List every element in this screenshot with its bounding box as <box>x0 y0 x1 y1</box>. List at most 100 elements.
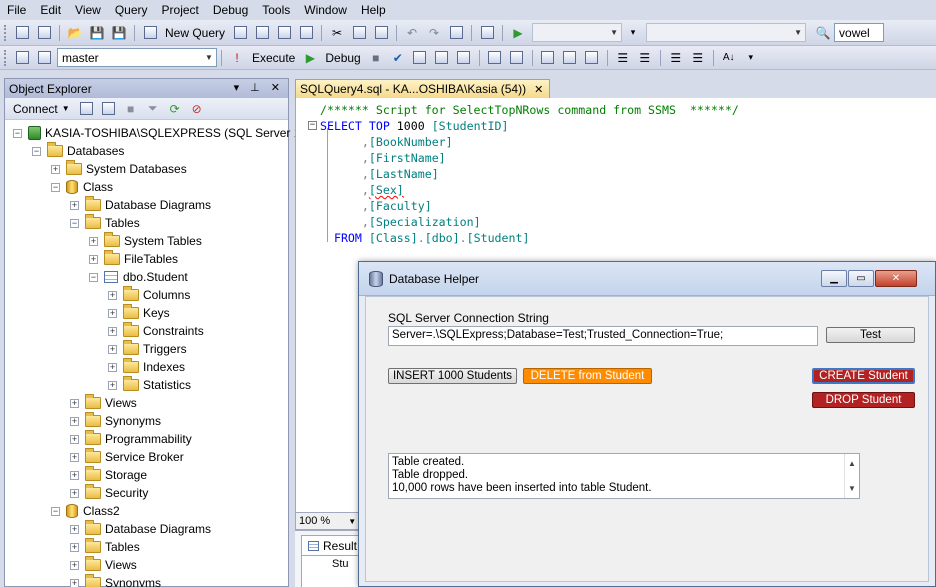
tree-node[interactable]: − KASIA-TOSHIBA\SQLEXPRESS (SQL Server 11 <box>5 124 306 142</box>
tree-node[interactable]: − Class2 <box>5 502 288 520</box>
expand-icon[interactable]: + <box>89 236 98 246</box>
tree-node[interactable]: − dbo.Student <box>5 268 288 286</box>
navigate-icon[interactable] <box>447 24 465 42</box>
tree-node[interactable]: + Synonyms <box>5 574 288 587</box>
expand-icon[interactable]: + <box>70 434 79 444</box>
platform-dropdown[interactable]: ▼ <box>646 23 807 42</box>
menu-project[interactable]: Project <box>155 0 206 20</box>
close-button[interactable]: ✕ <box>875 270 917 287</box>
tab-sqlquery4[interactable]: SQLQuery4.sql - KA...OSHIBA\Kasia (54)) … <box>295 79 551 98</box>
expand-icon[interactable]: + <box>70 416 79 426</box>
collapse-icon[interactable]: − <box>51 506 60 516</box>
redo-icon[interactable]: ↷ <box>425 24 443 42</box>
connection-string-input[interactable]: Server=.\SQLExpress;Database=Test;Truste… <box>388 326 818 346</box>
collapse-icon[interactable]: − <box>51 182 60 192</box>
insert-students-button[interactable]: INSERT 1000 Students <box>388 368 517 384</box>
expand-icon[interactable]: + <box>108 380 117 390</box>
menu-window[interactable]: Window <box>297 0 354 20</box>
parse-icon[interactable]: ✔ <box>389 49 407 67</box>
find-in-files-icon[interactable]: 🔍 <box>814 24 832 42</box>
decrease-indent-icon[interactable]: ☰ <box>667 49 685 67</box>
tree-node[interactable]: + Statistics <box>5 376 288 394</box>
tree-node[interactable]: − Class <box>5 178 288 196</box>
debug-icon[interactable]: ▶ <box>301 49 319 67</box>
code-line[interactable]: ,[Sex] <box>320 182 739 198</box>
uncomment-icon[interactable]: ☰ <box>636 49 654 67</box>
estimated-plan-icon[interactable] <box>411 49 429 67</box>
cut-icon[interactable]: ✂ <box>328 24 346 42</box>
menu-tools[interactable]: Tools <box>255 0 297 20</box>
toolbar-grip[interactable] <box>4 49 8 66</box>
expand-icon[interactable]: + <box>70 470 79 480</box>
connect-icon[interactable] <box>13 49 31 67</box>
collapse-icon[interactable]: − <box>13 128 22 138</box>
paste-icon[interactable] <box>372 24 390 42</box>
expand-icon[interactable]: + <box>70 398 79 408</box>
debug-button[interactable]: Debug <box>325 51 360 65</box>
execute-icon[interactable]: ! <box>228 49 246 67</box>
expand-icon[interactable]: + <box>108 362 117 372</box>
expand-icon[interactable]: + <box>70 560 79 570</box>
toolbar-overflow-icon[interactable]: ▾ <box>742 49 760 67</box>
code-line[interactable]: − SELECT TOP 1000 [StudentID] <box>308 118 739 134</box>
save-all-icon[interactable]: 💾 <box>110 24 128 42</box>
available-databases-dropdown[interactable]: master ▼ <box>57 48 217 67</box>
scroll-down-icon[interactable]: ▼ <box>848 482 856 495</box>
code-line[interactable]: ,[Specialization] <box>320 214 739 230</box>
collapse-icon[interactable]: − <box>32 146 41 156</box>
intellisense-icon[interactable] <box>455 49 473 67</box>
drop-student-button[interactable]: DROP Student <box>812 392 915 408</box>
expand-icon[interactable]: + <box>70 488 79 498</box>
new-project-icon[interactable] <box>13 24 31 42</box>
menu-debug[interactable]: Debug <box>206 0 255 20</box>
expand-icon[interactable]: + <box>70 578 79 587</box>
tree-node[interactable]: + System Tables <box>5 232 288 250</box>
tree-node[interactable]: − Databases <box>5 142 288 160</box>
stop-icon[interactable]: ■ <box>122 100 140 118</box>
menu-edit[interactable]: Edit <box>33 0 68 20</box>
test-button[interactable]: Test <box>826 327 915 343</box>
cancel-query-icon[interactable]: ■ <box>367 49 385 67</box>
expand-icon[interactable]: + <box>108 290 117 300</box>
tree-node[interactable]: + FileTables <box>5 250 288 268</box>
collapse-icon[interactable]: − <box>89 272 98 282</box>
expand-icon[interactable]: + <box>108 308 117 318</box>
tree-node[interactable]: + Synonyms <box>5 412 288 430</box>
activity-monitor-icon[interactable] <box>478 24 496 42</box>
increase-indent-icon[interactable]: ☰ <box>689 49 707 67</box>
results-to-text-icon[interactable] <box>539 49 557 67</box>
open-file-icon[interactable]: 📂 <box>66 24 84 42</box>
include-plan-icon[interactable] <box>486 49 504 67</box>
new-query-icon[interactable] <box>141 24 159 42</box>
save-icon[interactable]: 💾 <box>88 24 106 42</box>
menu-help[interactable]: Help <box>354 0 393 20</box>
code-line[interactable]: /****** Script for SelectTopNRows comman… <box>320 102 739 118</box>
expand-icon[interactable]: + <box>70 452 79 462</box>
tree-node[interactable]: + Keys <box>5 304 288 322</box>
minimize-button[interactable]: ▁ <box>821 270 847 287</box>
log-scrollbar[interactable]: ▲ ▼ <box>844 454 859 498</box>
expand-icon[interactable]: + <box>89 254 98 264</box>
disconnect-icon[interactable] <box>100 100 118 118</box>
expand-icon[interactable]: + <box>70 200 79 210</box>
code-line[interactable]: ,[Faculty] <box>320 198 739 214</box>
refresh-icon[interactable]: ⟳ <box>166 100 184 118</box>
delete-students-button[interactable]: DELETE from Student <box>523 368 652 384</box>
menu-file[interactable]: File <box>0 0 33 20</box>
solution-config-dropdown[interactable]: ▼ <box>532 23 623 42</box>
tree-node[interactable]: + Views <box>5 394 288 412</box>
client-statistics-icon[interactable] <box>508 49 526 67</box>
status-log[interactable]: Table created. Table dropped. 10,000 rows … <box>388 453 860 499</box>
add-item-icon[interactable] <box>35 24 53 42</box>
tree-node[interactable]: + Triggers <box>5 340 288 358</box>
connect-dropdown[interactable]: Connect <box>13 102 58 116</box>
expand-icon[interactable]: + <box>51 164 60 174</box>
results-to-grid-icon[interactable] <box>561 49 579 67</box>
collapse-icon[interactable]: − <box>70 218 79 228</box>
code-line[interactable]: FROM [Class].[dbo].[Student] <box>320 230 739 246</box>
change-connection-icon[interactable] <box>35 49 53 67</box>
tree-node[interactable]: + Database Diagrams <box>5 196 288 214</box>
tree-node[interactable]: + Database Diagrams <box>5 520 288 538</box>
start-icon[interactable]: ▶ <box>509 24 527 42</box>
scroll-up-icon[interactable]: ▲ <box>848 457 856 470</box>
